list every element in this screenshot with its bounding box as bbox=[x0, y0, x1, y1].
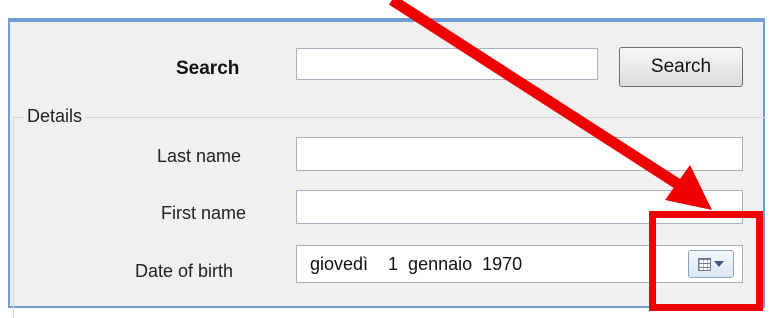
search-input[interactable] bbox=[296, 48, 598, 80]
date-of-birth-value: giovedì 1 gennaio 1970 bbox=[310, 253, 523, 274]
last-name-field[interactable] bbox=[296, 137, 743, 171]
search-button[interactable]: Search bbox=[619, 47, 743, 87]
calendar-icon bbox=[698, 257, 711, 271]
search-label: Search bbox=[176, 58, 240, 79]
last-name-label: Last name bbox=[157, 146, 242, 166]
calendar-dropdown-button[interactable] bbox=[688, 250, 734, 278]
first-name-field[interactable] bbox=[296, 190, 743, 224]
date-of-birth-label: Date of birth bbox=[135, 261, 234, 281]
first-name-label: First name bbox=[161, 203, 247, 223]
chevron-down-icon bbox=[714, 261, 724, 267]
details-legend: Details bbox=[24, 106, 86, 127]
date-of-birth-picker[interactable]: giovedì 1 gennaio 1970 bbox=[296, 245, 743, 283]
